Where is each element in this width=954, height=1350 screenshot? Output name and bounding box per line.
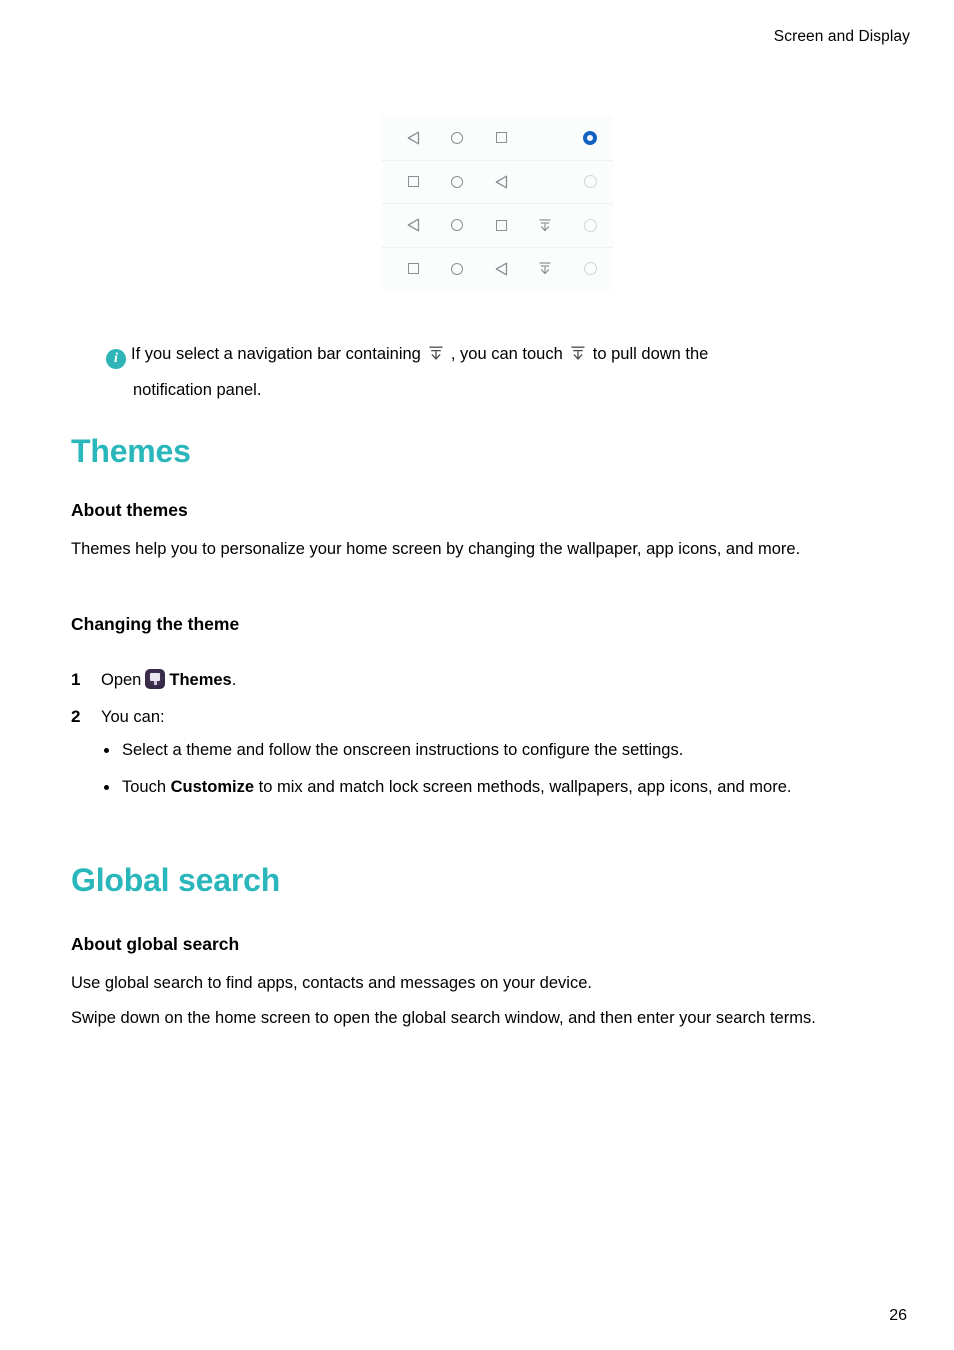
nav-option-row[interactable] — [381, 116, 613, 160]
nav-icon-group — [391, 218, 584, 233]
recents-square-icon — [479, 132, 523, 144]
note-text: If you select a navigation bar containin… — [131, 345, 708, 363]
bullet-text-pre: Touch — [122, 778, 171, 796]
home-circle-icon — [435, 219, 479, 232]
bullet-text-bold: Customize — [170, 778, 255, 796]
info-icon: i — [106, 349, 126, 369]
step-number: 1 — [71, 670, 81, 689]
document-page: Screen and Display i If you select a nav… — [0, 0, 954, 1350]
step-number: 2 — [71, 707, 81, 726]
themes-app-icon — [145, 669, 166, 689]
paragraph-about-themes: Themes help you to personalize your home… — [71, 540, 801, 558]
step-item: 1 Open Themes. — [71, 666, 891, 694]
heading-changing-the-theme: Changing the theme — [71, 614, 240, 634]
step-bold-label: Themes — [169, 671, 232, 689]
radio-button[interactable] — [584, 262, 597, 276]
home-circle-icon — [435, 262, 479, 275]
bullet-text-pre: Select a theme and follow the onscreen i… — [122, 741, 684, 759]
nav-icon-group — [391, 131, 583, 145]
radio-button[interactable] — [584, 218, 597, 232]
step-text-lead: Open — [101, 671, 142, 689]
home-circle-icon — [435, 175, 479, 188]
note-text-part-3: to pull down the — [592, 345, 709, 363]
note-text-part-1: If you select a navigation bar containin… — [131, 345, 421, 363]
bullet-list: Select a theme and follow the onscreen i… — [100, 735, 890, 809]
radio-button[interactable] — [584, 175, 597, 189]
note-text-second-line: notification panel. — [133, 381, 262, 399]
step-text-trail: . — [231, 671, 237, 689]
page-number: 26 — [889, 1307, 907, 1324]
recents-square-icon — [391, 263, 435, 275]
home-circle-icon — [435, 131, 479, 144]
running-header: Screen and Display — [773, 28, 910, 45]
paragraph-global-search-2: Swipe down on the home screen to open th… — [71, 1009, 816, 1027]
list-item: Select a theme and follow the onscreen i… — [100, 735, 890, 766]
nav-icon-group — [391, 175, 584, 189]
heading-about-themes: About themes — [71, 500, 188, 520]
notification-pulldown-icon — [428, 339, 444, 360]
radio-button-selected[interactable] — [583, 130, 597, 145]
nav-icon-group — [391, 261, 584, 276]
recents-square-icon — [391, 176, 435, 188]
notification-pulldown-icon — [570, 339, 586, 360]
back-triangle-icon — [479, 175, 523, 189]
back-triangle-icon — [479, 262, 523, 276]
notification-pulldown-icon — [523, 261, 567, 276]
nav-option-row[interactable] — [381, 203, 613, 247]
step-item: 2 You can: — [71, 703, 891, 731]
page-title-global-search: Global search — [71, 862, 281, 898]
step-text: You can: — [101, 708, 165, 726]
tip-note: i If you select a navigation bar containi… — [106, 336, 896, 408]
nav-option-row[interactable] — [381, 246, 613, 290]
page-title-themes: Themes — [71, 433, 191, 469]
step-text: Open Themes. — [71, 666, 891, 694]
back-triangle-icon — [391, 218, 435, 232]
recents-square-icon — [479, 219, 523, 231]
back-triangle-icon — [391, 131, 435, 145]
navigation-bar-options-figure — [381, 116, 613, 290]
paragraph-global-search-1: Use global search to find apps, contacts… — [71, 974, 592, 992]
list-item: Touch Customize to mix and match lock sc… — [100, 772, 890, 803]
notification-pulldown-icon — [523, 218, 567, 233]
note-text-part-2: , you can touch — [450, 345, 563, 363]
heading-about-global-search: About global search — [71, 934, 240, 954]
bullet-text-post: to mix and match lock screen methods, wa… — [254, 778, 792, 796]
nav-option-row[interactable] — [381, 159, 613, 203]
